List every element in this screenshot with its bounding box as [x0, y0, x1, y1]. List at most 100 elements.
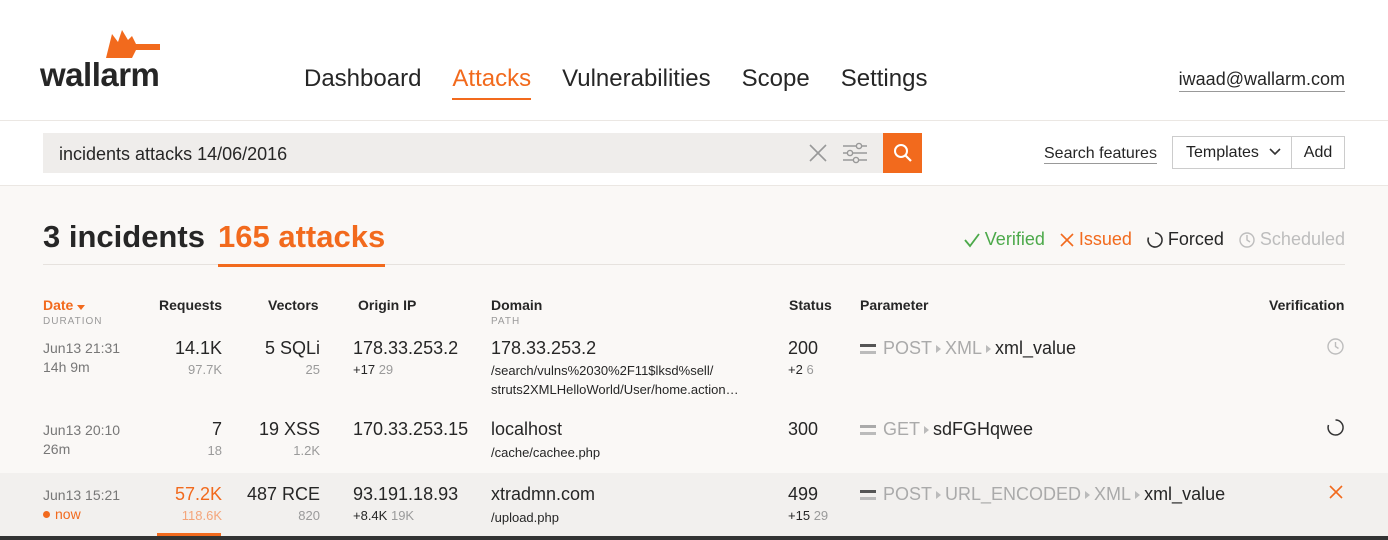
- row-ip[interactable]: 93.191.18.93: [353, 484, 458, 505]
- date-cell: Jun13 15:21 now: [43, 487, 120, 522]
- spinner-icon: [1147, 231, 1163, 248]
- scheduled-clock-icon[interactable]: [1326, 337, 1345, 356]
- nav-scope[interactable]: Scope: [742, 64, 810, 100]
- breadcrumb-arrow-icon: [986, 344, 992, 353]
- check-icon: [964, 232, 980, 247]
- nav-dashboard[interactable]: Dashboard: [304, 64, 421, 100]
- legend-forced[interactable]: Forced: [1146, 229, 1224, 250]
- origin-ip-cell: 170.33.253.15: [353, 419, 468, 440]
- templates-dropdown[interactable]: Templates: [1173, 137, 1292, 168]
- table-row[interactable]: Jun13 15:21 now 57.2K 118.6K 487 RCE 820…: [0, 473, 1388, 536]
- param-name: sdFGHqwee: [933, 419, 1034, 439]
- search-toolbar: incidents attacks 14/06/2016 Search feat…: [0, 121, 1388, 186]
- row-domain[interactable]: localhost: [491, 419, 600, 440]
- legend-verified-label: Verified: [984, 229, 1045, 249]
- legend-verified[interactable]: Verified: [963, 229, 1045, 250]
- brand-name: wallarm: [40, 56, 160, 93]
- search-query[interactable]: incidents attacks 14/06/2016: [59, 144, 287, 165]
- param-part: URL_ENCODED: [945, 484, 1082, 504]
- row-ip-extra: +8.4K 19K: [353, 508, 458, 523]
- row-ip[interactable]: 170.33.253.15: [353, 419, 468, 440]
- row-path: /search/vulns%2030%2F11$lksd%sell/: [491, 363, 714, 378]
- breadcrumb-arrow-icon: [936, 344, 942, 353]
- domain-cell: xtradmn.com /upload.php: [491, 484, 595, 527]
- parameter-cell: POST URL_ENCODED XML xml_value: [860, 484, 1225, 505]
- column-header-requests[interactable]: Requests: [159, 297, 222, 313]
- row-requests: 14.1K: [174, 338, 222, 358]
- ip-extra-count: 19K: [390, 508, 415, 523]
- clock-icon: [1239, 231, 1255, 248]
- results-summary: 3 incidents 165 attacks Verified Issued …: [43, 215, 1345, 267]
- table-row[interactable]: Jun13 20:10 26m 7 18 19 XSS 1.2K 170.33.…: [0, 418, 1388, 470]
- vectors-cell: 5 SQLi 25: [265, 338, 320, 377]
- parameter-icon: [860, 343, 876, 354]
- parameter-icon: [860, 424, 876, 435]
- clear-icon[interactable]: [807, 142, 829, 164]
- tab-incidents[interactable]: 3 incidents: [43, 219, 205, 255]
- domain-cell: 178.33.253.2 /search/vulns%2030%2F11$lks…: [491, 338, 739, 399]
- search-button[interactable]: [883, 133, 922, 173]
- row-vectors: 487 RCE: [246, 484, 320, 504]
- row-ip-extra: +17 29: [353, 362, 458, 377]
- legend-issued-label: Issued: [1078, 229, 1132, 249]
- row-requests-total: 97.7K: [188, 362, 222, 377]
- row-ip[interactable]: 178.33.253.2: [353, 338, 458, 359]
- column-header-verification[interactable]: Verification: [1269, 297, 1344, 313]
- templates-control: Templates Add: [1172, 136, 1345, 169]
- row-domain[interactable]: 178.33.253.2: [491, 338, 739, 359]
- row-path: /cache/cachee.php: [491, 445, 601, 460]
- status-extra-count: 29: [813, 508, 829, 523]
- add-template-button[interactable]: Add: [1292, 137, 1344, 168]
- user-account-link[interactable]: iwaad@wallarm.com: [1178, 69, 1345, 92]
- ip-extra-count: 29: [378, 362, 394, 377]
- nav-attacks[interactable]: Attacks: [452, 64, 532, 100]
- row-requests: 57.2K: [174, 484, 222, 504]
- legend-forced-label: Forced: [1167, 229, 1224, 249]
- requests-cell: 57.2K 118.6K: [175, 484, 222, 523]
- tab-attacks[interactable]: 165 attacks: [218, 219, 386, 267]
- top-header: wallarm Dashboard Attacks Vulnerabilitie…: [0, 0, 1388, 121]
- search-input[interactable]: incidents attacks 14/06/2016: [43, 133, 883, 173]
- row-vectors-count: 820: [298, 508, 320, 523]
- domain-cell: localhost /cache/cachee.php: [491, 419, 600, 462]
- column-header-domain[interactable]: Domain PATH: [491, 297, 542, 327]
- issued-cross-icon[interactable]: [1328, 484, 1344, 500]
- path-header-label: PATH: [491, 316, 521, 327]
- ip-extra: +17: [353, 362, 376, 377]
- status-extra: +2: [788, 362, 803, 377]
- parameter-cell: GET sdFGHqwee: [860, 419, 1033, 440]
- param-name: xml_value: [995, 338, 1077, 358]
- legend-scheduled[interactable]: Scheduled: [1238, 229, 1345, 250]
- requests-cell: 14.1K 97.7K: [175, 338, 222, 377]
- status-extra: +15: [788, 508, 811, 523]
- vectors-cell: 19 XSS 1.2K: [259, 419, 320, 458]
- nav-vulnerabilities[interactable]: Vulnerabilities: [562, 64, 711, 100]
- requests-cell: 7 18: [208, 419, 222, 458]
- param-method: POST: [883, 338, 933, 358]
- legend-issued[interactable]: Issued: [1059, 229, 1132, 250]
- domain-header-label: Domain: [491, 297, 543, 313]
- wallarm-logo[interactable]: wallarm: [40, 26, 170, 92]
- row-status: 499: [788, 484, 819, 504]
- date-cell: Jun13 21:31 14h 9m: [43, 340, 120, 375]
- date-header-label: Date: [43, 297, 74, 313]
- column-header-date[interactable]: Date DURATION: [43, 297, 102, 327]
- nav-settings[interactable]: Settings: [841, 64, 928, 100]
- param-name: xml_value: [1144, 484, 1226, 504]
- forced-spinner-icon[interactable]: [1326, 418, 1345, 437]
- filter-sliders-icon[interactable]: [842, 141, 868, 165]
- row-requests-total: 118.6K: [181, 508, 222, 523]
- row-duration: 14h 9m: [43, 359, 90, 375]
- row-duration: now: [55, 506, 81, 522]
- column-header-parameter[interactable]: Parameter: [860, 297, 929, 313]
- table-row[interactable]: Jun13 21:31 14h 9m 14.1K 97.7K 5 SQLi 25…: [0, 336, 1388, 402]
- column-header-status[interactable]: Status: [789, 297, 832, 313]
- column-header-vectors[interactable]: Vectors: [268, 297, 319, 313]
- row-status: 300: [788, 419, 819, 439]
- search-features-link[interactable]: Search features: [1044, 144, 1157, 164]
- column-header-origin-ip[interactable]: Origin IP: [358, 297, 416, 313]
- param-method: GET: [883, 419, 921, 439]
- row-domain[interactable]: xtradmn.com: [491, 484, 595, 505]
- legend-scheduled-label: Scheduled: [1259, 229, 1345, 249]
- param-part: XML: [945, 338, 983, 358]
